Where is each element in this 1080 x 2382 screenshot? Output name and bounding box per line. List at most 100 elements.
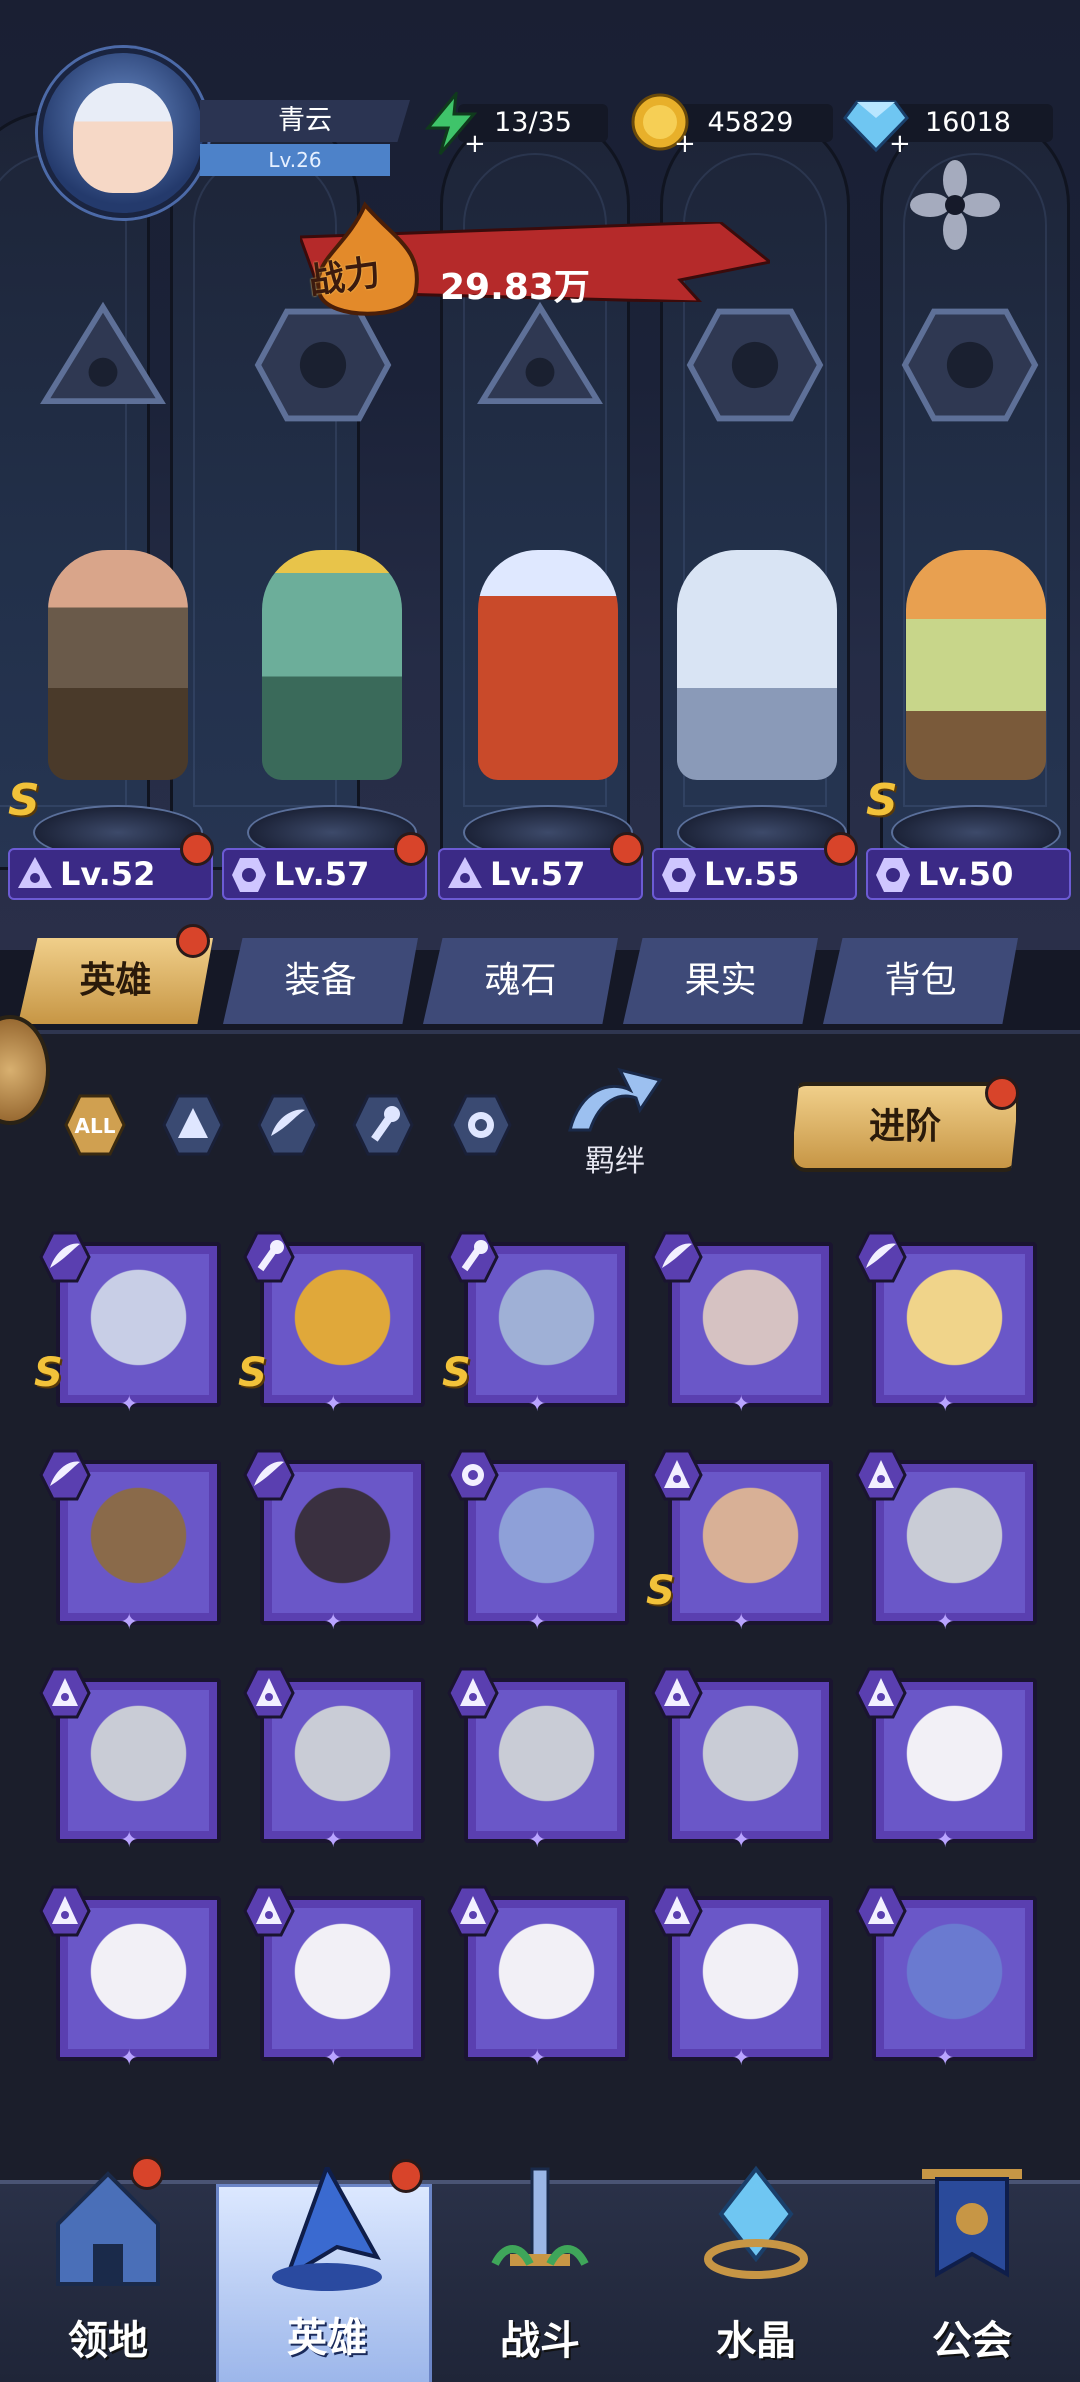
hero-card[interactable]: S ✦: [34, 1230, 223, 1416]
power-value: 29.83万: [440, 267, 590, 308]
stage-hero[interactable]: Lv.57: [222, 540, 432, 900]
hero-card[interactable]: ✦: [38, 1666, 223, 1853]
star-icon: ✦: [732, 2046, 751, 2071]
hero-card[interactable]: ✦: [446, 1666, 631, 1852]
beast-class-icon: [228, 854, 270, 896]
hero-card[interactable]: ✦: [446, 1884, 631, 2070]
nav-guild-label: 公会: [932, 2318, 1012, 2364]
player-avatar[interactable]: [38, 48, 208, 218]
filter-warrior-button[interactable]: [160, 1092, 226, 1158]
hero-card[interactable]: ✦: [38, 1884, 223, 2071]
hero-card[interactable]: ✦: [650, 1230, 835, 1417]
stage-hero[interactable]: Lv.57: [438, 540, 648, 900]
filter-wing-button[interactable]: [255, 1092, 321, 1158]
filter-beast-button[interactable]: [448, 1092, 514, 1158]
tab-fruit[interactable]: 果实: [623, 938, 818, 1024]
hero-card[interactable]: ✦: [38, 1448, 223, 1635]
hero-level: Lv.50: [918, 855, 1014, 893]
filter-all-label: ALL: [75, 1114, 116, 1138]
category-tabs: 英雄 装备 魂石 果实 背包: [18, 924, 1078, 1024]
beast-emblem-icon: [895, 300, 1045, 430]
hero-card[interactable]: S ✦: [442, 1230, 631, 1416]
warrior-class-icon: [446, 1666, 500, 1720]
wing-class-icon: [38, 1448, 92, 1502]
hero-card[interactable]: ✦: [854, 1448, 1039, 1634]
hero-figure: [677, 550, 837, 780]
filter-all-button[interactable]: ALL: [62, 1092, 128, 1158]
s-rank-badge: S: [238, 1350, 267, 1396]
notification-dot: [389, 2159, 423, 2193]
star-icon: ✦: [732, 1610, 751, 1635]
hero-card[interactable]: ✦: [650, 1666, 835, 1852]
notification-dot: [176, 924, 210, 958]
s-rank-badge: S: [442, 1350, 471, 1396]
power-label: 战力: [305, 252, 384, 303]
tab-equipment[interactable]: 装备: [223, 938, 418, 1024]
wing-class-icon: [650, 1230, 704, 1284]
wing-class-icon: [854, 1230, 908, 1284]
wing-class-icon: [38, 1230, 92, 1284]
star-icon: ✦: [120, 1610, 139, 1635]
nav-battle-label: 战斗: [500, 2318, 580, 2364]
star-icon: ✦: [120, 2046, 139, 2071]
sword-icon: [480, 2164, 600, 2294]
filter-wrench-button[interactable]: [350, 1092, 416, 1158]
warrior-class-icon: [854, 1884, 908, 1938]
hero-card[interactable]: ✦: [446, 1448, 631, 1635]
star-icon: ✦: [324, 2046, 343, 2071]
stamina-resource[interactable]: 13/35 +: [418, 89, 608, 159]
warrior-class-icon: [650, 1666, 704, 1720]
settings-flower-icon[interactable]: [910, 160, 1000, 250]
tab-soulstone[interactable]: 魂石: [423, 938, 618, 1024]
nav-crystal-label: 水晶: [716, 2318, 796, 2364]
nav-guild[interactable]: 公会: [864, 2169, 1080, 2382]
hero-roster-grid: S ✦ S ✦ S ✦ ✦ ✦ ✦ ✦ ✦ S ✦ ✦ ✦ ✦ ✦ ✦ ✦ ✦ ✦ ✦ ✦ ✦: [34, 1230, 1048, 2230]
bond-button[interactable]: 羁绊: [540, 1050, 690, 1180]
nav-heroes[interactable]: 英雄: [216, 2159, 432, 2382]
nav-crystal[interactable]: 水晶: [648, 2165, 864, 2382]
crystal-icon: [696, 2164, 816, 2294]
star-icon: ✦: [324, 1828, 343, 1853]
stage-hero[interactable]: S Lv.52: [8, 540, 218, 900]
star-icon: ✦: [528, 1610, 547, 1635]
s-rank-badge: S: [646, 1568, 675, 1614]
bond-label: 羁绊: [585, 1144, 645, 1179]
star-icon: ✦: [936, 2046, 955, 2071]
star-icon: ✦: [120, 1828, 139, 1853]
hero-card[interactable]: S ✦: [238, 1230, 427, 1416]
player-name: 青云: [200, 100, 410, 142]
warrior-class-icon: [242, 1884, 296, 1938]
nav-battle[interactable]: 战斗: [432, 2167, 648, 2382]
s-rank-badge: S: [8, 775, 40, 826]
hero-card[interactable]: ✦: [854, 1666, 1039, 1853]
hero-level: Lv.57: [490, 855, 586, 893]
hero-figure: [478, 550, 618, 780]
star-icon: ✦: [936, 1828, 955, 1853]
stage-hero[interactable]: Lv.55: [652, 540, 862, 900]
nav-territory[interactable]: 领地: [0, 2156, 216, 2382]
hero-figure: [262, 550, 402, 780]
hero-card[interactable]: ✦: [242, 1666, 427, 1853]
warrior-class-icon: [38, 1884, 92, 1938]
stage-hero[interactable]: S Lv.50: [866, 540, 1076, 900]
gold-coin-icon: +: [628, 92, 698, 159]
diamond-resource[interactable]: 16018 +: [843, 92, 1053, 159]
hero-level-bar: Lv.50: [866, 848, 1071, 900]
hero-card[interactable]: ✦: [242, 1884, 427, 2071]
guild-banner-icon: [912, 2164, 1032, 2294]
notification-dot: [130, 2156, 164, 2190]
hero-card[interactable]: S ✦: [646, 1448, 835, 1635]
star-icon: ✦: [732, 1392, 751, 1417]
tab-backpack[interactable]: 背包: [823, 938, 1018, 1024]
warrior-class-icon: [854, 1666, 908, 1720]
svg-text:+: +: [674, 129, 696, 156]
hero-card[interactable]: ✦: [854, 1884, 1039, 2071]
gold-resource[interactable]: 45829 +: [628, 92, 838, 159]
warrior-class-icon: [444, 854, 486, 896]
lightning-icon: +: [418, 89, 488, 159]
hero-card[interactable]: ✦: [854, 1230, 1039, 1416]
hero-card[interactable]: ✦: [242, 1448, 427, 1634]
hero-figure: [48, 550, 188, 780]
bond-icon: [568, 1067, 663, 1132]
hero-card[interactable]: ✦: [650, 1884, 835, 2071]
